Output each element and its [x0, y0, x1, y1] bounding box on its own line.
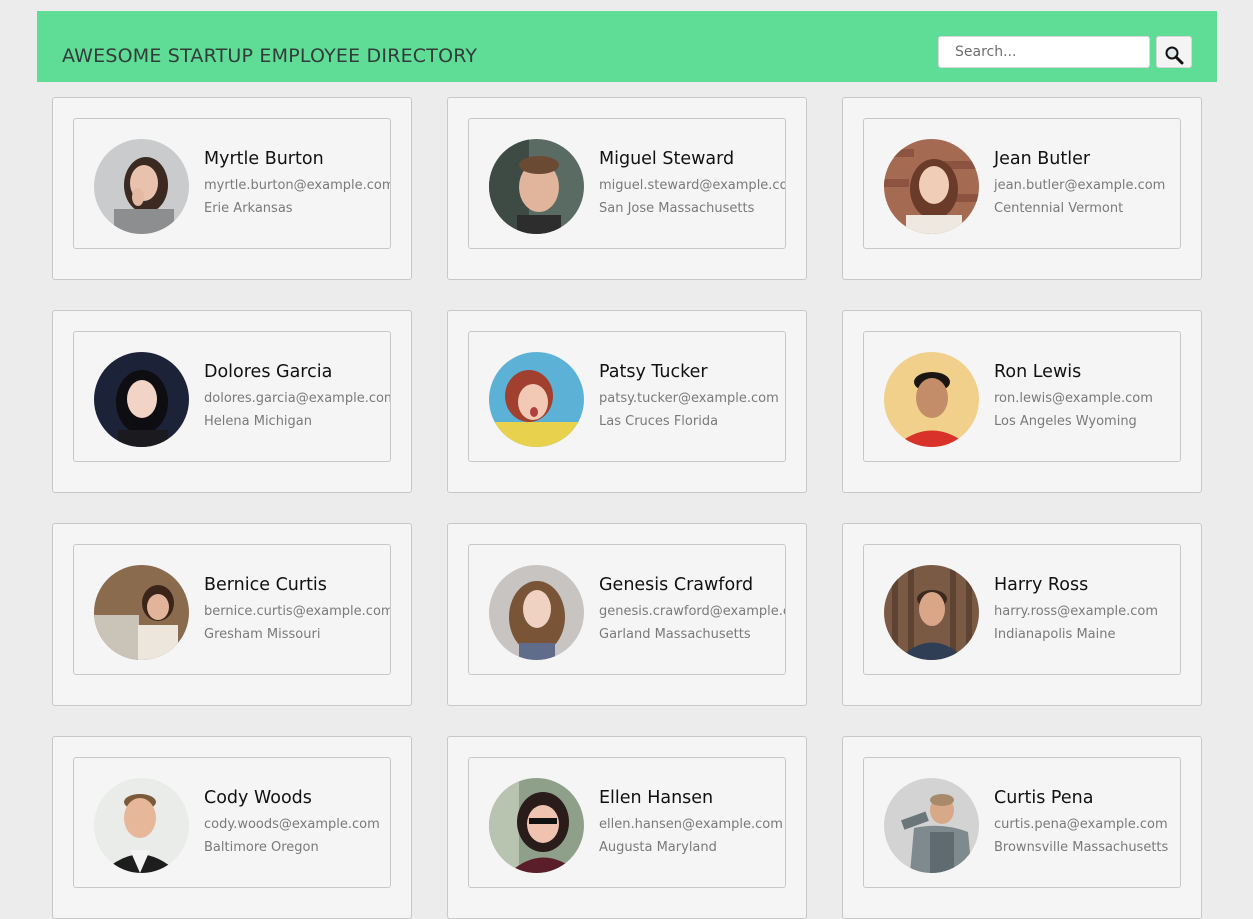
employee-avatar: [94, 139, 189, 234]
employee-location: Las Cruces Florida: [599, 414, 719, 429]
employee-email: harry.ross@example.com: [994, 604, 1159, 619]
employee-email: ellen.hansen@example.com: [599, 817, 783, 832]
employee-avatar: [489, 565, 584, 660]
employee-name: Patsy Tucker: [599, 362, 708, 382]
employee-email: myrtle.burton@example.com: [204, 178, 391, 193]
employee-card-inner: Ellen Hansen ellen.hansen@example.com Au…: [468, 757, 786, 888]
employee-email: patsy.tucker@example.com: [599, 391, 779, 406]
employee-card-inner: Harry Ross harry.ross@example.com Indian…: [863, 544, 1181, 675]
employee-card-inner: Jean Butler jean.butler@example.com Cent…: [863, 118, 1181, 249]
employee-location: Helena Michigan: [204, 414, 313, 429]
employee-avatar: [94, 778, 189, 873]
page-title: AWESOME STARTUP EMPLOYEE DIRECTORY: [62, 45, 478, 67]
employee-card[interactable]: Patsy Tucker patsy.tucker@example.com La…: [447, 310, 807, 493]
employee-card[interactable]: Bernice Curtis bernice.curtis@example.co…: [52, 523, 412, 706]
employee-card-inner: Cody Woods cody.woods@example.com Baltim…: [73, 757, 391, 888]
employee-card[interactable]: Ron Lewis ron.lewis@example.com Los Ange…: [842, 310, 1202, 493]
employee-card[interactable]: Miguel Steward miguel.steward@example.co…: [447, 97, 807, 280]
employee-location: Erie Arkansas: [204, 201, 293, 216]
employee-name: Miguel Steward: [599, 149, 735, 169]
employee-name: Jean Butler: [994, 149, 1091, 169]
employee-name: Curtis Pena: [994, 788, 1094, 808]
employee-name: Dolores Garcia: [204, 362, 333, 382]
employee-email: bernice.curtis@example.com: [204, 604, 391, 619]
app-header: AWESOME STARTUP EMPLOYEE DIRECTORY: [37, 11, 1217, 82]
employee-email: miguel.steward@example.com: [599, 178, 786, 193]
employee-card-inner: Miguel Steward miguel.steward@example.co…: [468, 118, 786, 249]
employee-avatar: [489, 778, 584, 873]
employee-card-inner: Myrtle Burton myrtle.burton@example.com …: [73, 118, 391, 249]
employee-card[interactable]: Cody Woods cody.woods@example.com Baltim…: [52, 736, 412, 919]
employee-location: Baltimore Oregon: [204, 840, 319, 855]
employee-avatar: [884, 778, 979, 873]
employee-location: Los Angeles Wyoming: [994, 414, 1137, 429]
employee-email: genesis.crawford@example.com: [599, 604, 785, 619]
employee-card-inner: Bernice Curtis bernice.curtis@example.co…: [73, 544, 391, 675]
employee-location: Centennial Vermont: [994, 201, 1124, 216]
employee-location: Gresham Missouri: [204, 627, 321, 642]
employee-avatar: [489, 139, 584, 234]
employee-card-inner: Patsy Tucker patsy.tucker@example.com La…: [468, 331, 786, 462]
employee-name: Bernice Curtis: [204, 575, 327, 595]
employee-location: Augusta Maryland: [599, 840, 717, 855]
employee-name: Harry Ross: [994, 575, 1089, 595]
employee-name: Ron Lewis: [994, 362, 1082, 382]
employee-card-inner: Dolores Garcia dolores.garcia@example.co…: [73, 331, 391, 462]
employee-location: Indianapolis Maine: [994, 627, 1116, 642]
employee-card-inner: Ron Lewis ron.lewis@example.com Los Ange…: [863, 331, 1181, 462]
employee-avatar: [94, 352, 189, 447]
employee-name: Genesis Crawford: [599, 575, 754, 595]
employee-name: Myrtle Burton: [204, 149, 324, 169]
employee-avatar: [489, 352, 584, 447]
employee-card[interactable]: Jean Butler jean.butler@example.com Cent…: [842, 97, 1202, 280]
search-input[interactable]: [938, 36, 1150, 68]
employee-email: curtis.pena@example.com: [994, 817, 1168, 832]
employee-avatar: [94, 565, 189, 660]
employee-email: ron.lewis@example.com: [994, 391, 1153, 406]
employee-location: Garland Massachusetts: [599, 627, 751, 642]
magnifier-icon: [1165, 46, 1184, 64]
employee-name: Ellen Hansen: [599, 788, 714, 808]
employee-card[interactable]: Curtis Pena curtis.pena@example.com Brow…: [842, 736, 1202, 919]
employee-card[interactable]: Myrtle Burton myrtle.burton@example.com …: [52, 97, 412, 280]
employee-email: cody.woods@example.com: [204, 817, 380, 832]
employee-avatar: [884, 352, 979, 447]
search-button[interactable]: [1156, 36, 1192, 68]
employee-card[interactable]: Harry Ross harry.ross@example.com Indian…: [842, 523, 1202, 706]
employee-card-inner: Genesis Crawford genesis.crawford@exampl…: [468, 544, 786, 675]
employee-email: dolores.garcia@example.com: [204, 391, 391, 406]
employee-card[interactable]: Ellen Hansen ellen.hansen@example.com Au…: [447, 736, 807, 919]
employee-email: jean.butler@example.com: [994, 178, 1166, 193]
employee-location: Brownsville Massachusetts: [994, 840, 1169, 855]
employee-card[interactable]: Dolores Garcia dolores.garcia@example.co…: [52, 310, 412, 493]
employee-avatar: [884, 565, 979, 660]
employee-avatar: [884, 139, 979, 234]
employee-name: Cody Woods: [204, 788, 312, 808]
employee-card[interactable]: Genesis Crawford genesis.crawford@exampl…: [447, 523, 807, 706]
employee-location: San Jose Massachusetts: [599, 201, 755, 216]
employee-card-inner: Curtis Pena curtis.pena@example.com Brow…: [863, 757, 1181, 888]
